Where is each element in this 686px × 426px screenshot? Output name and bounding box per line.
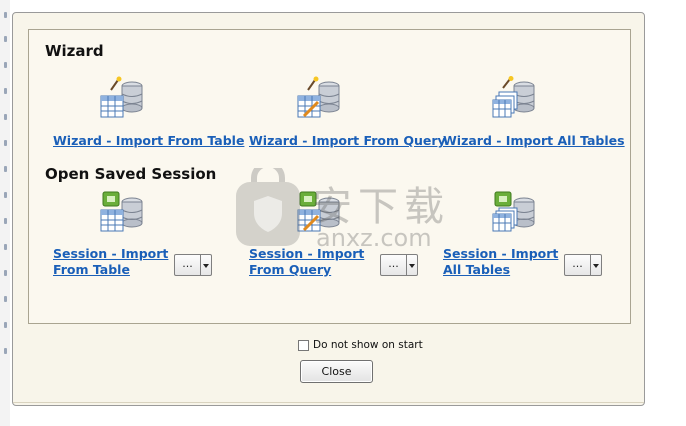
session-all-tables-options-button[interactable]: ... <box>564 254 602 276</box>
saved-session-section-title: Open Saved Session <box>45 165 217 183</box>
do-not-show-on-start-row[interactable]: Do not show on start <box>298 339 423 351</box>
session-query-ellipsis-button[interactable]: ... <box>380 254 407 276</box>
do-not-show-on-start-label: Do not show on start <box>313 339 423 351</box>
window-edge-strip <box>0 0 10 426</box>
session-all-tables-icon[interactable] <box>491 190 541 234</box>
wizard-import-all-tables-link[interactable]: Wizard - Import All Tables <box>443 133 625 149</box>
wizard-import-from-table-link[interactable]: Wizard - Import From Table <box>53 133 244 149</box>
session-table-options-button[interactable]: ... <box>174 254 212 276</box>
session-import-all-tables-link[interactable]: Session - Import All Tables <box>443 246 568 278</box>
wizard-section-title: Wizard <box>45 42 104 60</box>
db-query-wand-icon[interactable] <box>296 76 346 120</box>
session-table-icon[interactable] <box>99 190 149 234</box>
session-import-from-table-link[interactable]: Session - Import From Table <box>53 246 178 278</box>
start-dialog: Wizard Wizard - Import From Table Wizard… <box>12 12 645 406</box>
session-all-tables-ellipsis-button[interactable]: ... <box>564 254 591 276</box>
db-all-tables-wand-icon[interactable] <box>491 76 541 120</box>
session-query-options-button[interactable]: ... <box>380 254 418 276</box>
db-table-wand-icon[interactable] <box>99 76 149 120</box>
wizard-import-from-query-link[interactable]: Wizard - Import From Query <box>249 133 446 149</box>
session-query-icon[interactable] <box>296 190 346 234</box>
divider <box>13 402 644 403</box>
session-import-from-query-link[interactable]: Session - Import From Query <box>249 246 374 278</box>
do-not-show-on-start-checkbox[interactable] <box>298 339 309 351</box>
close-button[interactable]: Close <box>300 360 373 383</box>
session-table-ellipsis-button[interactable]: ... <box>174 254 201 276</box>
chevron-down-icon[interactable] <box>591 254 602 276</box>
start-panel: Wizard Wizard - Import From Table Wizard… <box>28 29 631 324</box>
chevron-down-icon[interactable] <box>407 254 418 276</box>
chevron-down-icon[interactable] <box>201 254 212 276</box>
